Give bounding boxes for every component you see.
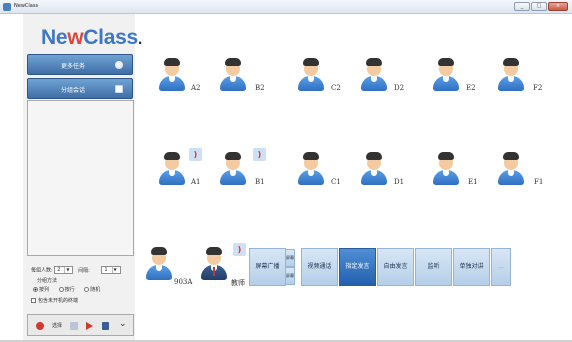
- apple-icon[interactable]: [36, 322, 44, 330]
- student-name: C1: [331, 178, 341, 186]
- one-to-one-talk-button[interactable]: 单独对讲: [453, 248, 490, 286]
- more-tasks-label: 更多任务: [60, 63, 85, 70]
- student-avatar-icon: [297, 57, 325, 91]
- square-icon: [115, 85, 123, 93]
- student-name: F2: [533, 84, 543, 92]
- group-session-label: 分组会话: [60, 87, 85, 94]
- more-actions-button[interactable]: ...: [491, 248, 511, 286]
- student-d1[interactable]: D1: [360, 151, 406, 203]
- designated-speak-button[interactable]: 指定发言: [339, 248, 376, 286]
- group-session-button[interactable]: 分组会话: [27, 78, 133, 99]
- student-name: D1: [394, 178, 405, 186]
- student-avatar-icon: [497, 151, 525, 185]
- teacher-name: 教师: [231, 279, 245, 287]
- student-name: C2: [331, 84, 341, 92]
- minimize-button[interactable]: _: [514, 2, 530, 11]
- student-c1[interactable]: C1: [297, 151, 343, 203]
- student-name: D2: [394, 84, 405, 92]
- radio-by-row[interactable]: 按行: [58, 287, 75, 293]
- radio-random[interactable]: 随机: [84, 287, 100, 293]
- student-avatar-icon: [360, 151, 388, 185]
- student-avatar-icon: [432, 151, 460, 185]
- group-list-panel[interactable]: [27, 100, 134, 256]
- student-903a[interactable]: 903A: [145, 246, 193, 298]
- window-title: NewClass: [14, 3, 39, 9]
- radio-icon: [84, 287, 90, 292]
- chevron-down-icon[interactable]: ⌄: [119, 320, 127, 329]
- dots-icon[interactable]: [70, 322, 78, 330]
- window-titlebar: NewClass _ □ ×: [0, 0, 572, 14]
- student-b2[interactable]: B2: [219, 57, 265, 109]
- screen-mini-button-top[interactable]: 屏幕: [285, 249, 295, 267]
- radio-by-column[interactable]: 按列: [33, 287, 49, 293]
- student-avatar-icon: [158, 151, 186, 185]
- radio-icon: [33, 287, 38, 292]
- student-avatar-icon: [360, 57, 388, 91]
- video-call-button[interactable]: 视频通话: [301, 248, 338, 286]
- more-tasks-button[interactable]: 更多任务: [27, 54, 133, 75]
- student-avatar-icon: [432, 57, 460, 91]
- student-name: B2: [255, 84, 265, 92]
- teacher-avatar-icon: [200, 246, 228, 280]
- student-name: E1: [468, 178, 478, 186]
- student-avatar-icon: [219, 57, 247, 91]
- student-e2[interactable]: E2: [432, 57, 478, 109]
- app-logo: NewClass.: [41, 26, 142, 49]
- close-button[interactable]: ×: [548, 2, 568, 11]
- student-name: A2: [191, 84, 201, 92]
- student-a2[interactable]: A2: [158, 57, 204, 109]
- student-f2[interactable]: F2: [497, 57, 543, 109]
- student-name: B1: [255, 178, 265, 186]
- speaker-icon: ): [189, 148, 202, 161]
- radio-icon: [58, 287, 64, 292]
- group-method-options: 按列 按行 随机: [33, 286, 100, 293]
- app-icon: [3, 3, 11, 11]
- action-bar: 屏幕广播 屏幕 屏幕 视频通话 指定发言 自由发言 监听 单独对讲 ...: [249, 248, 511, 286]
- flag-icon[interactable]: [102, 322, 109, 330]
- group-size-stepper[interactable]: 2 ▼: [54, 266, 74, 274]
- checkbox-icon: [31, 298, 36, 303]
- group-size-row: 每组人数: 2 ▼ 间隔: 1 ▼: [31, 266, 121, 274]
- free-speak-button[interactable]: 自由发言: [377, 248, 414, 286]
- student-avatar-icon: [497, 57, 525, 91]
- student-name: F1: [534, 178, 544, 186]
- student-name: E2: [466, 84, 476, 92]
- group-size-label: 每组人数:: [31, 267, 53, 274]
- student-avatar-icon: [145, 246, 173, 280]
- circle-icon: [115, 61, 123, 69]
- student-avatar-icon: [297, 151, 325, 185]
- speaker-icon: ): [233, 243, 246, 256]
- gap-stepper[interactable]: 1 ▼: [101, 266, 121, 274]
- sidebar-toolbar: 选择 ⌄: [27, 314, 134, 336]
- spin-arrow-icon: ▼: [64, 267, 70, 273]
- student-avatar-icon: [158, 57, 186, 91]
- student-name: 903A: [174, 278, 193, 286]
- screen-mini-button-bottom[interactable]: 屏幕: [285, 267, 295, 285]
- arrow-icon[interactable]: [86, 322, 93, 330]
- student-f1[interactable]: F1: [497, 151, 543, 203]
- maximize-button[interactable]: □: [531, 2, 547, 11]
- monitor-button[interactable]: 监听: [415, 248, 452, 286]
- student-c2[interactable]: C2: [297, 57, 343, 109]
- screen-broadcast-button[interactable]: 屏幕广播: [249, 248, 286, 286]
- student-name: A1: [191, 178, 201, 186]
- student-e1[interactable]: E1: [432, 151, 478, 203]
- toolbar-mini-label[interactable]: 选择: [52, 322, 66, 330]
- student-avatar-icon: [219, 151, 247, 185]
- spin-arrow-icon: ▼: [111, 267, 117, 273]
- include-offline-checkbox[interactable]: 包含未开机的终端: [31, 297, 78, 304]
- gap-label: 间隔:: [78, 267, 90, 274]
- group-method-label: 分组方法: [37, 278, 58, 284]
- speaker-icon: ): [253, 148, 266, 161]
- student-d2[interactable]: D2: [360, 57, 406, 109]
